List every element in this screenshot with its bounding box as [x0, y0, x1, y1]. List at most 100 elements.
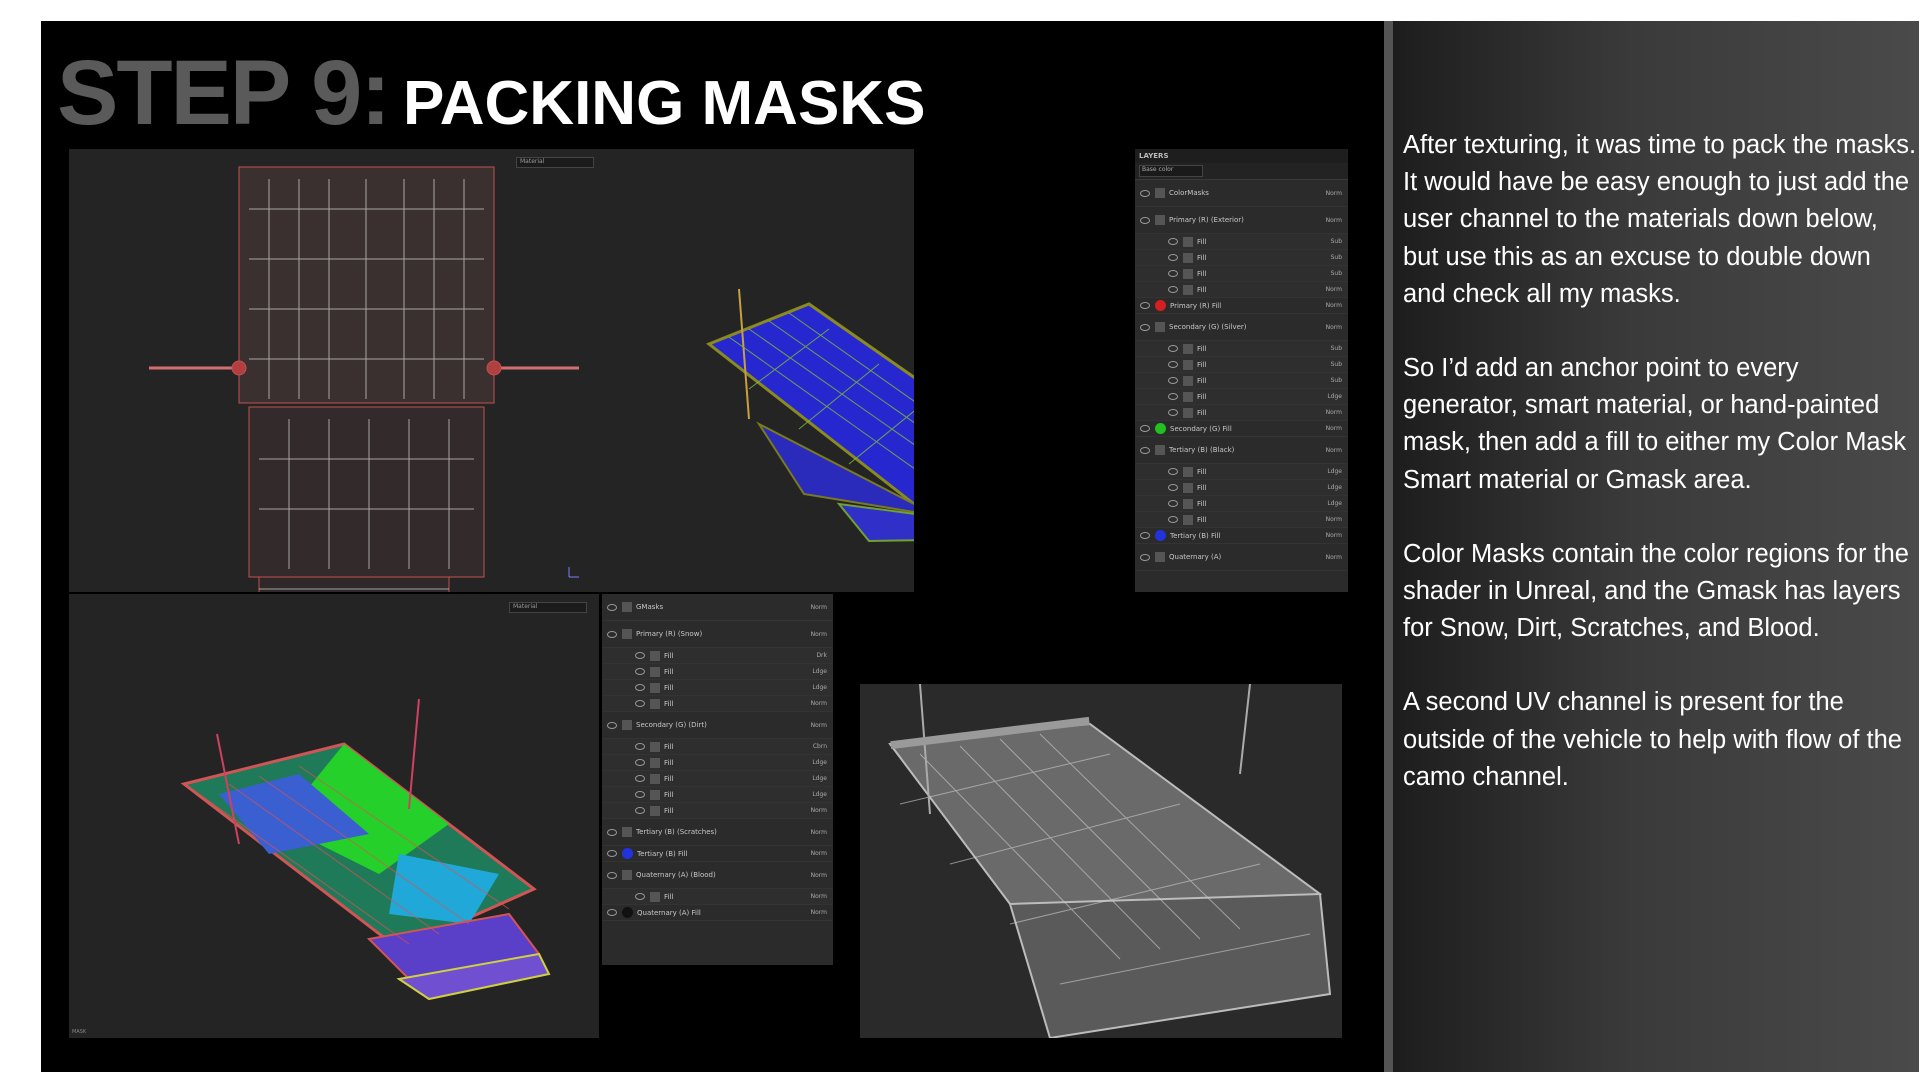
layer-blend-mode[interactable]: Norm — [1304, 554, 1342, 561]
layer-blend-mode[interactable]: Norm — [1304, 425, 1342, 432]
layer-row[interactable]: Primary (R) (Snow) Norm — [602, 621, 833, 648]
layer-blend-mode[interactable]: Sub — [1304, 345, 1342, 352]
layer-row[interactable]: Secondary (G) (Silver) Norm — [1135, 314, 1348, 341]
layer-row[interactable]: Primary (R) Fill Norm — [1135, 298, 1348, 314]
layer-blend-mode[interactable]: Ldge — [789, 759, 827, 766]
eye-icon[interactable] — [1140, 216, 1150, 224]
layer-blend-mode[interactable]: Norm — [789, 807, 827, 814]
layer-row[interactable]: Fill Ldge — [1135, 389, 1348, 405]
layer-row[interactable]: Fill Ldge — [1135, 464, 1348, 480]
eye-icon[interactable] — [1168, 270, 1178, 277]
layer-blend-mode[interactable]: Sub — [1304, 254, 1342, 261]
eye-icon[interactable] — [607, 603, 617, 611]
layer-row[interactable]: Fill Sub — [1135, 373, 1348, 389]
layer-row[interactable]: Fill Sub — [1135, 266, 1348, 282]
layer-row[interactable]: Quaternary (A) Norm — [1135, 544, 1348, 571]
layer-row[interactable]: Quaternary (A) (Blood) Norm — [602, 862, 833, 889]
layer-row[interactable]: Secondary (G) (Dirt) Norm — [602, 712, 833, 739]
layer-row[interactable]: Primary (R) (Exterior) Norm — [1135, 207, 1348, 234]
layer-row[interactable]: Fill Norm — [602, 696, 833, 712]
eye-icon[interactable] — [1168, 377, 1178, 384]
eye-icon[interactable] — [1140, 532, 1150, 539]
layer-row[interactable]: Fill Sub — [1135, 250, 1348, 266]
layer-row[interactable]: Fill Sub — [1135, 234, 1348, 250]
layer-blend-mode[interactable]: Norm — [789, 722, 827, 729]
layer-blend-mode[interactable]: Norm — [1304, 447, 1342, 454]
eye-icon[interactable] — [607, 871, 617, 879]
eye-icon[interactable] — [1168, 361, 1178, 368]
layer-blend-mode[interactable]: Norm — [1304, 286, 1342, 293]
eye-icon[interactable] — [1168, 393, 1178, 400]
eye-icon[interactable] — [635, 893, 645, 900]
layer-blend-mode[interactable]: Norm — [789, 631, 827, 638]
layer-row[interactable]: Fill Ldge — [602, 755, 833, 771]
layer-row[interactable]: Fill Drk — [602, 648, 833, 664]
eye-icon[interactable] — [635, 684, 645, 691]
eye-icon[interactable] — [635, 668, 645, 675]
layer-blend-mode[interactable]: Ldge — [1304, 393, 1342, 400]
layer-blend-mode[interactable]: Ldge — [789, 775, 827, 782]
eye-icon[interactable] — [1140, 323, 1150, 331]
layer-blend-mode[interactable]: Sub — [1304, 270, 1342, 277]
layer-row[interactable]: Fill Norm — [1135, 512, 1348, 528]
eye-icon[interactable] — [635, 775, 645, 782]
layer-blend-mode[interactable]: Norm — [789, 850, 827, 857]
layer-row[interactable]: Fill Norm — [1135, 405, 1348, 421]
layer-blend-mode[interactable]: Norm — [1304, 190, 1342, 197]
eye-icon[interactable] — [607, 721, 617, 729]
eye-icon[interactable] — [635, 807, 645, 814]
eye-icon[interactable] — [607, 909, 617, 916]
layer-row[interactable]: Fill Ldge — [1135, 480, 1348, 496]
layer-row[interactable]: Quaternary (A) Fill Norm — [602, 905, 833, 921]
layer-row[interactable]: Tertiary (B) (Black) Norm — [1135, 437, 1348, 464]
eye-icon[interactable] — [1168, 484, 1178, 491]
layer-row[interactable]: Tertiary (B) Fill Norm — [602, 846, 833, 862]
layer-row[interactable]: Fill Norm — [602, 803, 833, 819]
eye-icon[interactable] — [1168, 254, 1178, 261]
layer-row[interactable]: ColorMasks Norm — [1135, 180, 1348, 207]
layer-blend-mode[interactable]: Norm — [789, 893, 827, 900]
layer-blend-mode[interactable]: Norm — [789, 909, 827, 916]
viewport-top[interactable]: Material — [69, 149, 914, 592]
layer-blend-mode[interactable]: Norm — [789, 604, 827, 611]
layer-blend-mode[interactable]: Norm — [789, 829, 827, 836]
layer-blend-mode[interactable]: Sub — [1304, 238, 1342, 245]
eye-icon[interactable] — [1168, 500, 1178, 507]
layer-row[interactable]: Fill Norm — [602, 889, 833, 905]
layer-blend-mode[interactable]: Norm — [1304, 532, 1342, 539]
layers-panel-gmasks[interactable]: GMasks Norm Primary (R) (Snow) Norm Fill Drk F… — [602, 594, 833, 965]
eye-icon[interactable] — [1168, 468, 1178, 475]
eye-icon[interactable] — [635, 652, 645, 659]
viewport-bottom[interactable]: Material MASK — [69, 594, 599, 1038]
viewport-bottom-dropdown[interactable]: Material — [509, 602, 587, 613]
eye-icon[interactable] — [1168, 409, 1178, 416]
eye-icon[interactable] — [635, 791, 645, 798]
eye-icon[interactable] — [1140, 553, 1150, 561]
eye-icon[interactable] — [635, 743, 645, 750]
viewport-top-dropdown[interactable]: Material — [516, 157, 594, 168]
layer-blend-mode[interactable]: Norm — [789, 872, 827, 879]
layer-blend-mode[interactable]: Norm — [1304, 516, 1342, 523]
layers-panel-colormasks[interactable]: LAYERS Base color ColorMasks Norm Primary … — [1135, 149, 1348, 592]
layer-blend-mode[interactable]: Ldge — [789, 791, 827, 798]
layer-row[interactable]: Tertiary (B) Fill Norm — [1135, 528, 1348, 544]
layer-blend-mode[interactable]: Sub — [1304, 377, 1342, 384]
eye-icon[interactable] — [607, 850, 617, 857]
eye-icon[interactable] — [1168, 286, 1178, 293]
eye-icon[interactable] — [635, 759, 645, 766]
layer-row[interactable]: Tertiary (B) (Scratches) Norm — [602, 819, 833, 846]
layer-row[interactable]: Fill Sub — [1135, 357, 1348, 373]
layer-row[interactable]: Fill Ldge — [602, 664, 833, 680]
eye-icon[interactable] — [1140, 425, 1150, 432]
eye-icon[interactable] — [635, 700, 645, 707]
layer-blend-mode[interactable]: Sub — [1304, 361, 1342, 368]
layer-blend-mode[interactable]: Norm — [789, 700, 827, 707]
eye-icon[interactable] — [1168, 516, 1178, 523]
eye-icon[interactable] — [607, 630, 617, 638]
layer-blend-mode[interactable]: Cbrn — [789, 743, 827, 750]
layer-row[interactable]: Fill Sub — [1135, 341, 1348, 357]
layer-blend-mode[interactable]: Norm — [1304, 409, 1342, 416]
layer-row[interactable]: Fill Cbrn — [602, 739, 833, 755]
eye-icon[interactable] — [1140, 189, 1150, 197]
layer-row[interactable]: Fill Ldge — [602, 787, 833, 803]
